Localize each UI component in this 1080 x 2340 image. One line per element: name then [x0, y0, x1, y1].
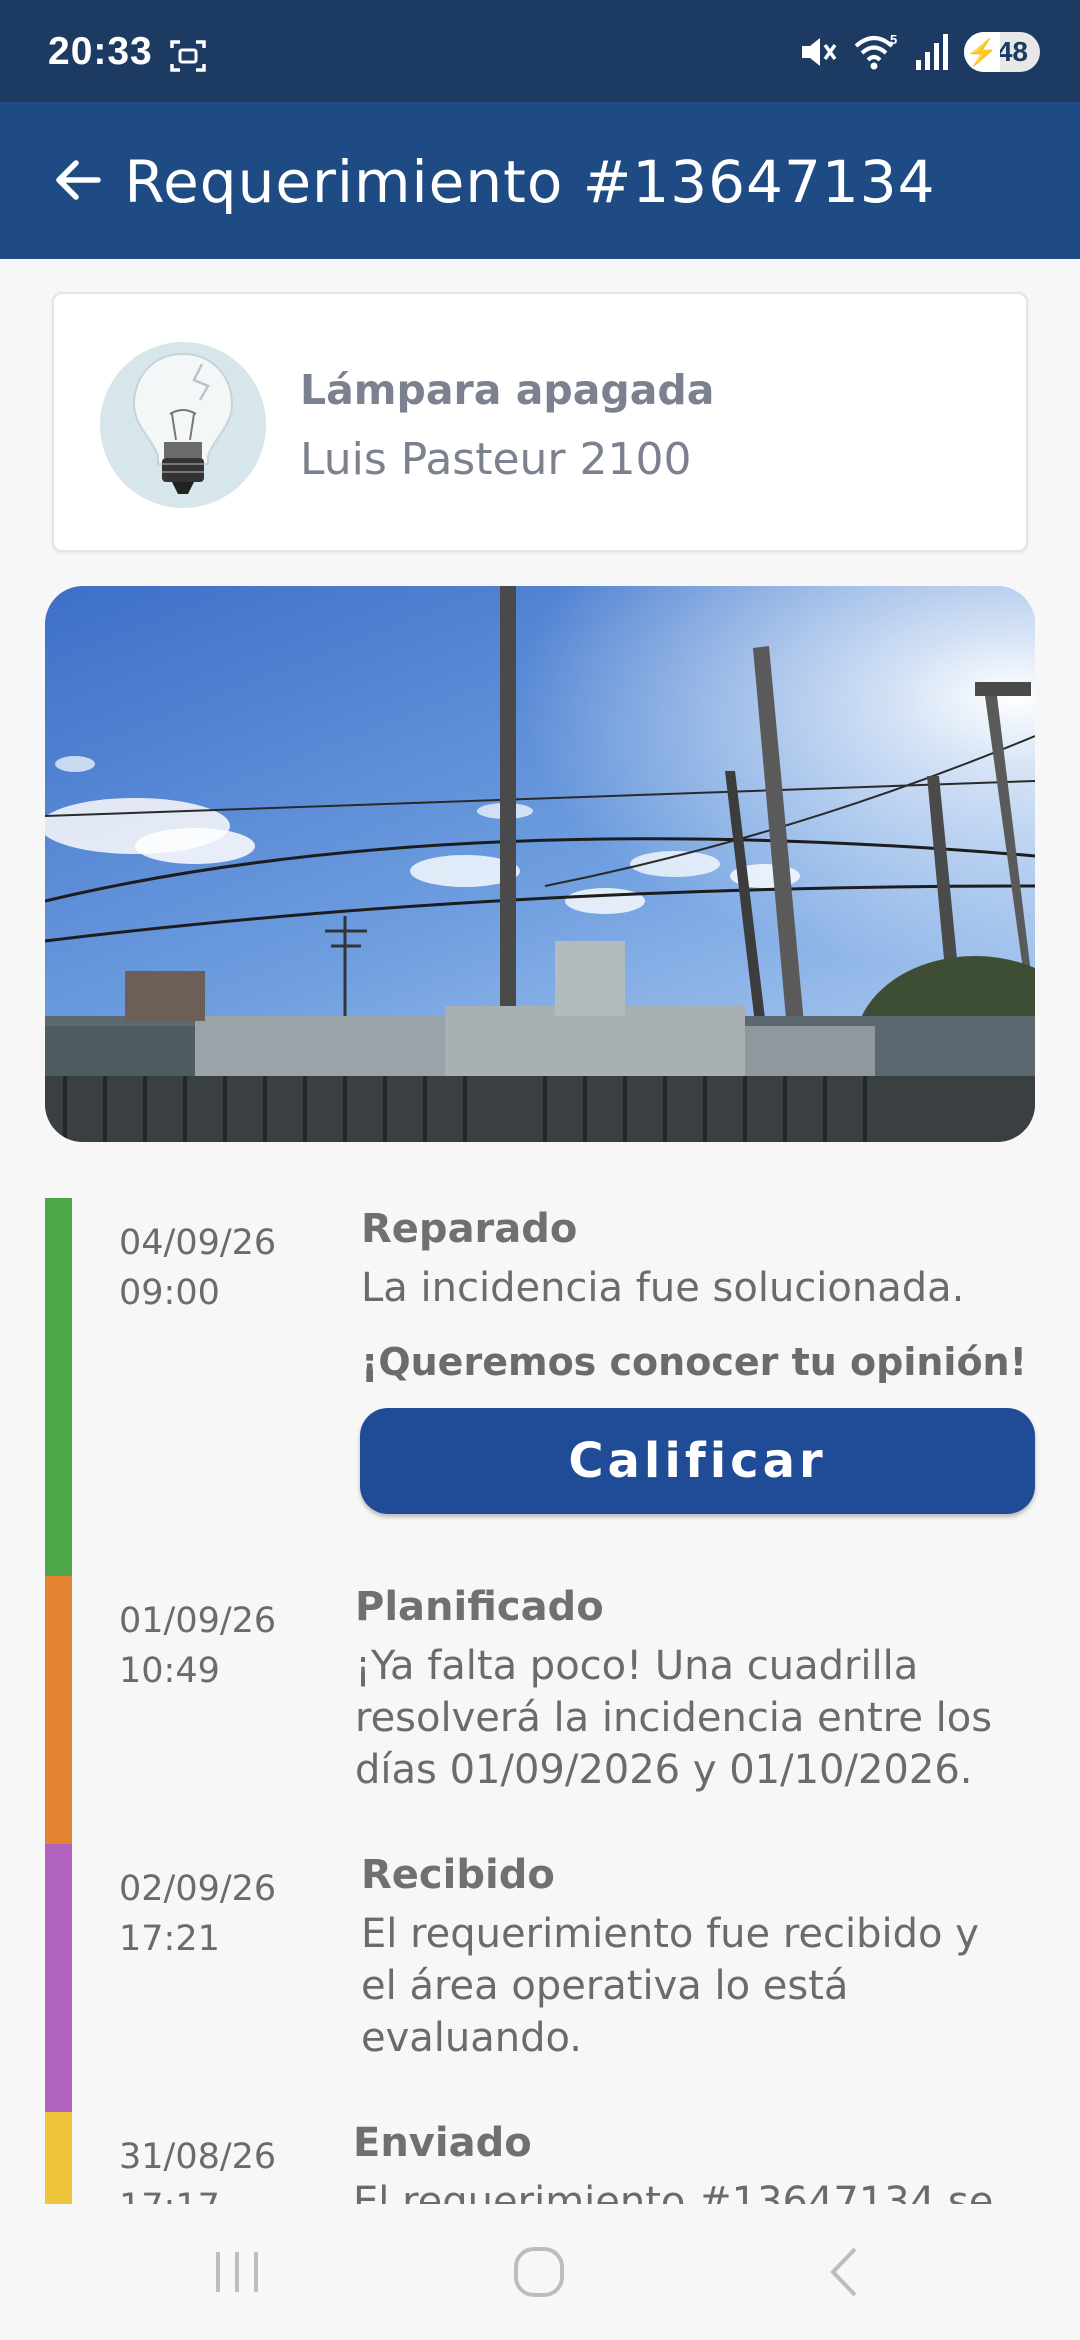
status-icons: 5 ⚡ 48: [798, 30, 1040, 74]
battery-indicator: ⚡ 48: [964, 32, 1040, 72]
timeline-datetime: 31/08/26 17:17: [119, 2132, 276, 2204]
request-address: Luis Pasteur 2100: [300, 434, 692, 485]
timeline-status-description: El requerimiento #13647134 se: [353, 2179, 994, 2204]
battery-level: 48: [996, 36, 1028, 67]
timeline-time: 10:49: [119, 1651, 220, 1691]
timeline-status-description: La incidencia fue solucionada.: [361, 1265, 965, 1311]
broken-lightbulb-icon: [100, 342, 266, 508]
rate-button[interactable]: Calificar: [360, 1408, 1035, 1514]
mute-icon: [802, 38, 837, 66]
timeline-time: 17:17: [119, 2182, 276, 2204]
timeline-status-title: Enviado: [353, 2120, 532, 2166]
timeline-date: 31/08/26: [119, 2137, 277, 2177]
nav-back-button[interactable]: [803, 2242, 883, 2302]
system-nav-bar: [0, 2204, 1080, 2340]
timeline-datetime: 02/09/26 17:21: [119, 1864, 276, 1964]
timeline-item-planificado: 01/09/26 10:49 Planificado ¡Ya falta poc…: [0, 1576, 1080, 1844]
timeline-status-title: Recibido: [361, 1852, 555, 1898]
timeline-status-description: El requerimiento fue recibido y el área …: [361, 1911, 979, 2061]
timeline-status-title: Reparado: [361, 1206, 578, 1252]
timeline-date: 04/09/26: [119, 1223, 277, 1263]
app-bar: Requerimiento #13647134: [0, 102, 1080, 259]
svg-text:5: 5: [890, 32, 897, 47]
status-time: 20:33: [48, 30, 153, 73]
timeline-item-enviado: 31/08/26 17:17 Enviado El requerimiento …: [0, 2112, 1080, 2204]
timeline-time: 17:21: [119, 1919, 220, 1959]
request-summary-card: Lámpara apagada Luis Pasteur 2100: [52, 292, 1028, 552]
category-title: Lámpara apagada: [300, 366, 715, 414]
timeline-time: 09:00: [119, 1273, 220, 1313]
timeline-date: 01/09/26: [119, 1601, 277, 1641]
screenshot-icon: [170, 40, 206, 72]
recent-apps-button[interactable]: [197, 2242, 277, 2302]
timeline-datetime: 01/09/26 10:49: [119, 1596, 276, 1696]
battery-charging-icon: ⚡: [964, 32, 1000, 72]
status-bar: 20:33 5 ⚡ 48: [0, 0, 1080, 102]
timeline-status-description: ¡Ya falta poco! Una cuadrilla resolverá …: [355, 1643, 993, 1793]
recent-apps-icon: [216, 2252, 258, 2292]
back-icon: [830, 2247, 857, 2297]
status-color-bar: [45, 1576, 72, 1844]
timeline-status-title: Planificado: [355, 1584, 604, 1630]
home-button[interactable]: [499, 2242, 579, 2302]
home-icon: [514, 2247, 564, 2297]
timeline-item-reparado: 04/09/26 09:00 Reparado La incidencia fu…: [0, 1198, 1080, 1576]
status-color-bar: [45, 2112, 72, 2204]
opinion-prompt: ¡Queremos conocer tu opinión!: [361, 1340, 1027, 1384]
street-light-pole-photo[interactable]: [45, 586, 1035, 1142]
status-color-bar: [45, 1844, 72, 2112]
timeline-datetime: 04/09/26 09:00: [119, 1218, 276, 1318]
wifi-icon: 5: [854, 32, 897, 70]
timeline-date: 02/09/26: [119, 1869, 277, 1909]
status-color-bar: [45, 1198, 72, 1576]
page-title: Requerimiento #13647134: [124, 148, 936, 216]
status-timeline: 04/09/26 09:00 Reparado La incidencia fu…: [0, 1198, 1080, 2204]
signal-icon: [916, 34, 948, 70]
timeline-item-recibido: 02/09/26 17:21 Recibido El requerimiento…: [0, 1844, 1080, 2112]
